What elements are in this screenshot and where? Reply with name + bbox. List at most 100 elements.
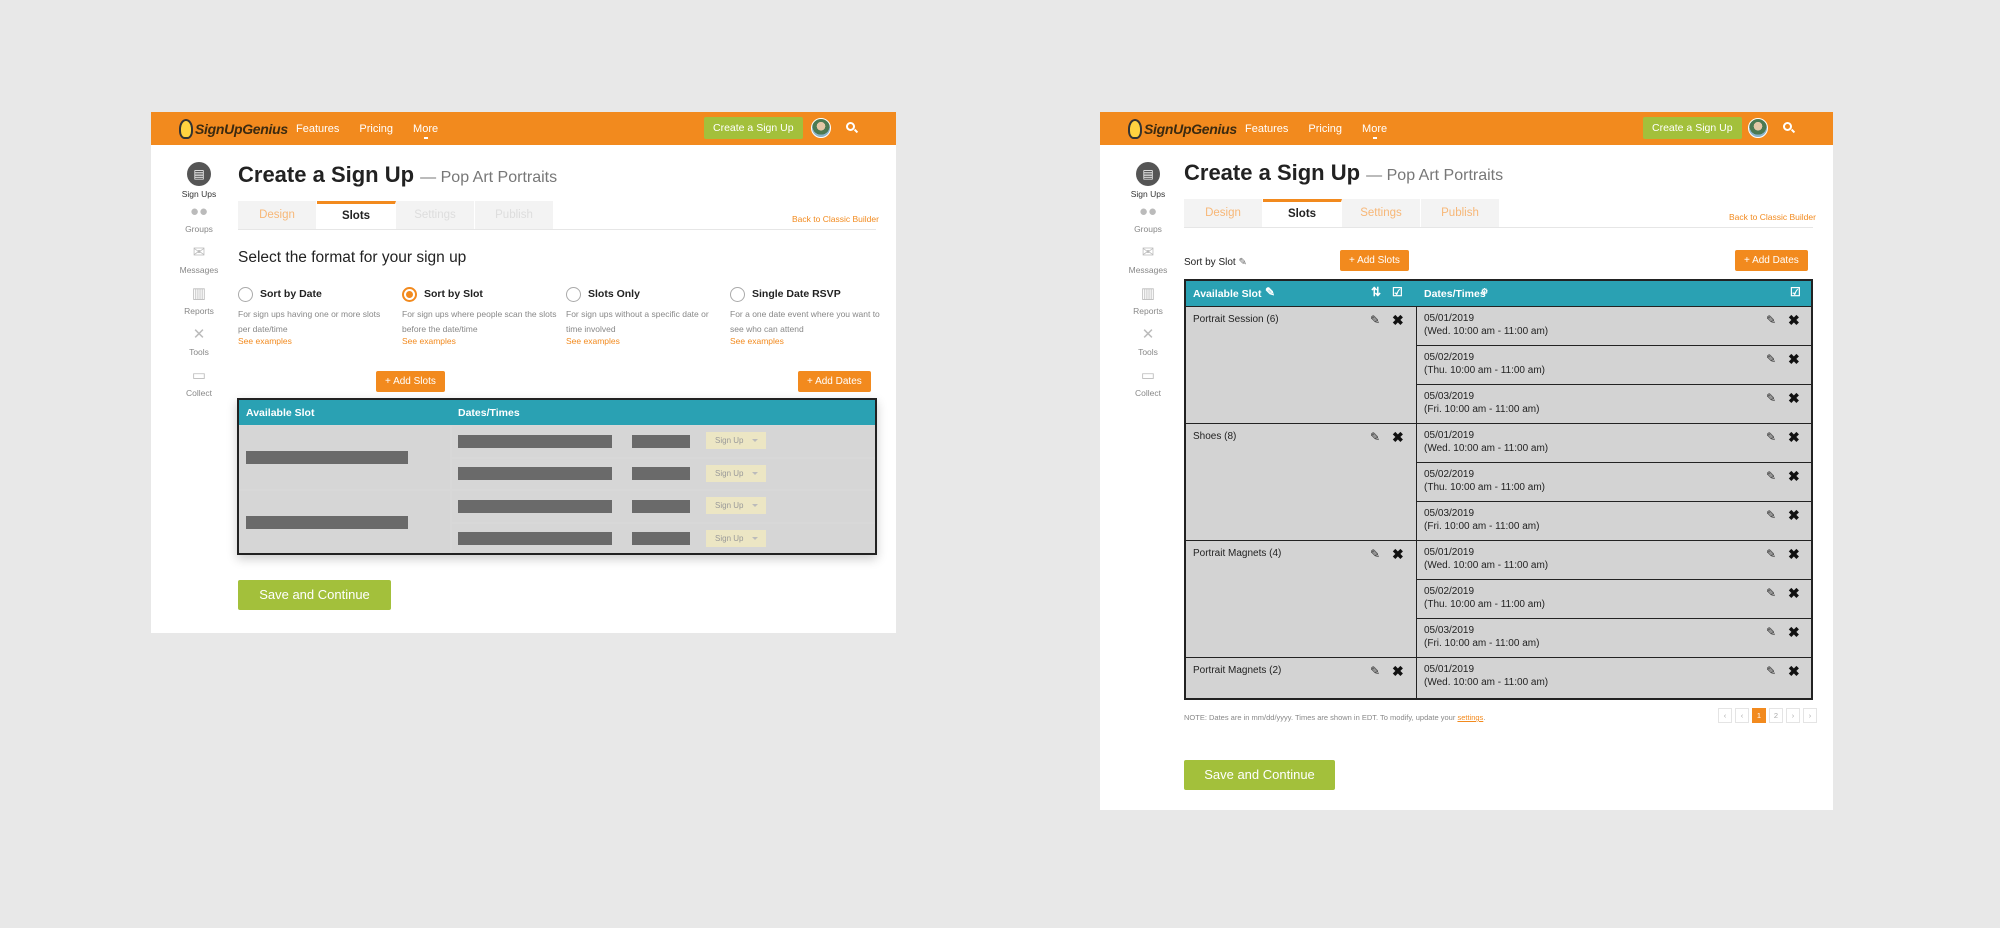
tab-design[interactable]: Design (1184, 199, 1263, 227)
signupgenius-logo[interactable]: SignUpGenius (179, 118, 288, 140)
radio-sort-by-slot[interactable] (402, 287, 417, 302)
see-examples-link[interactable]: See examples (402, 336, 456, 346)
tab-slots[interactable]: Slots (1263, 199, 1342, 227)
signup-dropdown[interactable]: Sign Up (706, 465, 766, 482)
back-to-classic-link[interactable]: Back to Classic Builder (1729, 212, 1816, 222)
placeholder-bar (246, 451, 408, 464)
checkbox-icon[interactable]: ☑ (1392, 285, 1403, 299)
sidebar-item-tools[interactable]: ✕ Tools (179, 326, 219, 367)
format-heading: Select the format for your sign up (238, 249, 467, 266)
sidebar-item-signups[interactable]: ▤ Sign Ups (179, 162, 219, 203)
create-signup-button[interactable]: Create a Sign Up (704, 117, 803, 139)
page-2-button[interactable]: 2 (1769, 708, 1783, 723)
delete-x-icon[interactable]: ✖ (1788, 586, 1800, 600)
create-signup-button[interactable]: Create a Sign Up (1643, 117, 1742, 139)
edit-pencil-icon[interactable]: ✎ (1766, 626, 1778, 638)
delete-x-icon[interactable]: ✖ (1392, 547, 1404, 561)
gear-icon[interactable]: ⚙ (1481, 287, 1488, 296)
edit-pencil-icon[interactable]: ✎ (1766, 470, 1778, 482)
radio-slots-only[interactable] (566, 287, 581, 302)
sidebar-item-reports[interactable]: ▥ Reports (1128, 285, 1168, 326)
last-page-button[interactable]: › (1803, 708, 1817, 723)
see-examples-link[interactable]: See examples (566, 336, 620, 346)
save-and-continue-button[interactable]: Save and Continue (1184, 760, 1335, 790)
edit-pencil-icon[interactable]: ✎ (1370, 548, 1382, 560)
sidebar-item-groups[interactable]: ●● Groups (179, 203, 219, 244)
nav-pricing[interactable]: Pricing (359, 123, 393, 135)
sidebar-item-tools[interactable]: ✕ Tools (1128, 326, 1168, 367)
edit-pencil-icon[interactable]: ✎ (1766, 509, 1778, 521)
signup-dropdown[interactable]: Sign Up (706, 497, 766, 514)
delete-x-icon[interactable]: ✖ (1788, 391, 1800, 405)
edit-pencil-icon[interactable]: ✎ (1766, 314, 1778, 326)
back-to-classic-link[interactable]: Back to Classic Builder (792, 214, 879, 224)
sidebar-item-messages[interactable]: ✉ Messages (1128, 244, 1168, 285)
nav-more[interactable]: More (413, 123, 438, 139)
delete-x-icon[interactable]: ✖ (1788, 352, 1800, 366)
edit-pencil-icon[interactable]: ✎ (1766, 431, 1778, 443)
prev-page-button[interactable]: ‹ (1735, 708, 1749, 723)
page-1-button[interactable]: 1 (1752, 708, 1766, 723)
checkbox-icon[interactable]: ☑ (1790, 285, 1801, 299)
tab-slots[interactable]: Slots (317, 201, 396, 229)
sidebar-item-signups[interactable]: ▤ Sign Ups (1128, 162, 1168, 203)
settings-link[interactable]: settings (1457, 713, 1483, 722)
nav-features[interactable]: Features (296, 123, 339, 135)
add-dates-button[interactable]: + Add Dates (1735, 250, 1808, 271)
delete-x-icon[interactable]: ✖ (1788, 625, 1800, 639)
edit-pencil-icon[interactable]: ✎ (1766, 587, 1778, 599)
sidebar-item-collect[interactable]: ▭ Collect (179, 367, 219, 408)
delete-x-icon[interactable]: ✖ (1392, 313, 1404, 327)
sort-arrows-icon[interactable]: ⇅ (1371, 285, 1381, 299)
sidebar-item-messages[interactable]: ✉ Messages (179, 244, 219, 285)
edit-pencil-icon[interactable]: ✎ (1766, 665, 1778, 677)
signup-dropdown[interactable]: Sign Up (706, 530, 766, 547)
edit-pencil-icon[interactable]: ✎ (1766, 353, 1778, 365)
search-icon[interactable] (1783, 122, 1792, 131)
delete-x-icon[interactable]: ✖ (1788, 664, 1800, 678)
sidebar-item-reports[interactable]: ▥ Reports (179, 285, 219, 326)
nav-more[interactable]: More (1362, 123, 1387, 139)
edit-pencil-icon[interactable]: ✎ (1766, 392, 1778, 404)
delete-x-icon[interactable]: ✖ (1788, 547, 1800, 561)
tab-settings[interactable]: Settings (396, 201, 475, 229)
avatar[interactable] (1748, 118, 1768, 138)
first-page-button[interactable]: ‹ (1718, 708, 1732, 723)
sidebar-item-groups[interactable]: ●● Groups (1128, 203, 1168, 244)
add-slots-button[interactable]: + Add Slots (1340, 250, 1409, 271)
see-examples-link[interactable]: See examples (238, 336, 292, 346)
radio-sort-by-date[interactable] (238, 287, 253, 302)
sidebar-label: Sign Ups (181, 189, 217, 199)
delete-x-icon[interactable]: ✖ (1392, 430, 1404, 444)
delete-x-icon[interactable]: ✖ (1788, 508, 1800, 522)
radio-single-date-rsvp[interactable] (730, 287, 745, 302)
tab-settings[interactable]: Settings (1342, 199, 1421, 227)
edit-pencil-icon[interactable]: ✎ (1766, 548, 1778, 560)
delete-x-icon[interactable]: ✖ (1788, 313, 1800, 327)
add-slots-button[interactable]: + Add Slots (376, 371, 445, 392)
delete-x-icon[interactable]: ✖ (1788, 430, 1800, 444)
sidebar-item-collect[interactable]: ▭ Collect (1128, 367, 1168, 408)
save-and-continue-button[interactable]: Save and Continue (238, 580, 391, 610)
nav-features[interactable]: Features (1245, 123, 1288, 135)
signup-dropdown[interactable]: Sign Up (706, 432, 766, 449)
search-icon[interactable] (846, 122, 855, 131)
option-label: Slots Only (588, 288, 640, 300)
edit-pencil-icon[interactable]: ✎ (1370, 665, 1382, 677)
tab-publish[interactable]: Publish (475, 201, 554, 229)
see-examples-link[interactable]: See examples (730, 336, 784, 346)
avatar[interactable] (811, 118, 831, 138)
time-text: (Wed. 10:00 am - 11:00 am) (1424, 443, 1549, 454)
signupgenius-logo[interactable]: SignUpGenius (1128, 118, 1237, 140)
delete-x-icon[interactable]: ✖ (1788, 469, 1800, 483)
edit-pencil-icon[interactable]: ✎ (1370, 314, 1382, 326)
tab-publish[interactable]: Publish (1421, 199, 1500, 227)
nav-pricing[interactable]: Pricing (1308, 123, 1342, 135)
next-page-button[interactable]: › (1786, 708, 1800, 723)
add-dates-button[interactable]: + Add Dates (798, 371, 871, 392)
tab-design[interactable]: Design (238, 201, 317, 229)
edit-pencil-icon[interactable]: ✎ (1370, 431, 1382, 443)
delete-x-icon[interactable]: ✖ (1392, 664, 1404, 678)
pencil-icon[interactable]: ✎ (1238, 257, 1246, 268)
pencil-icon[interactable]: ✎ (1265, 285, 1275, 299)
